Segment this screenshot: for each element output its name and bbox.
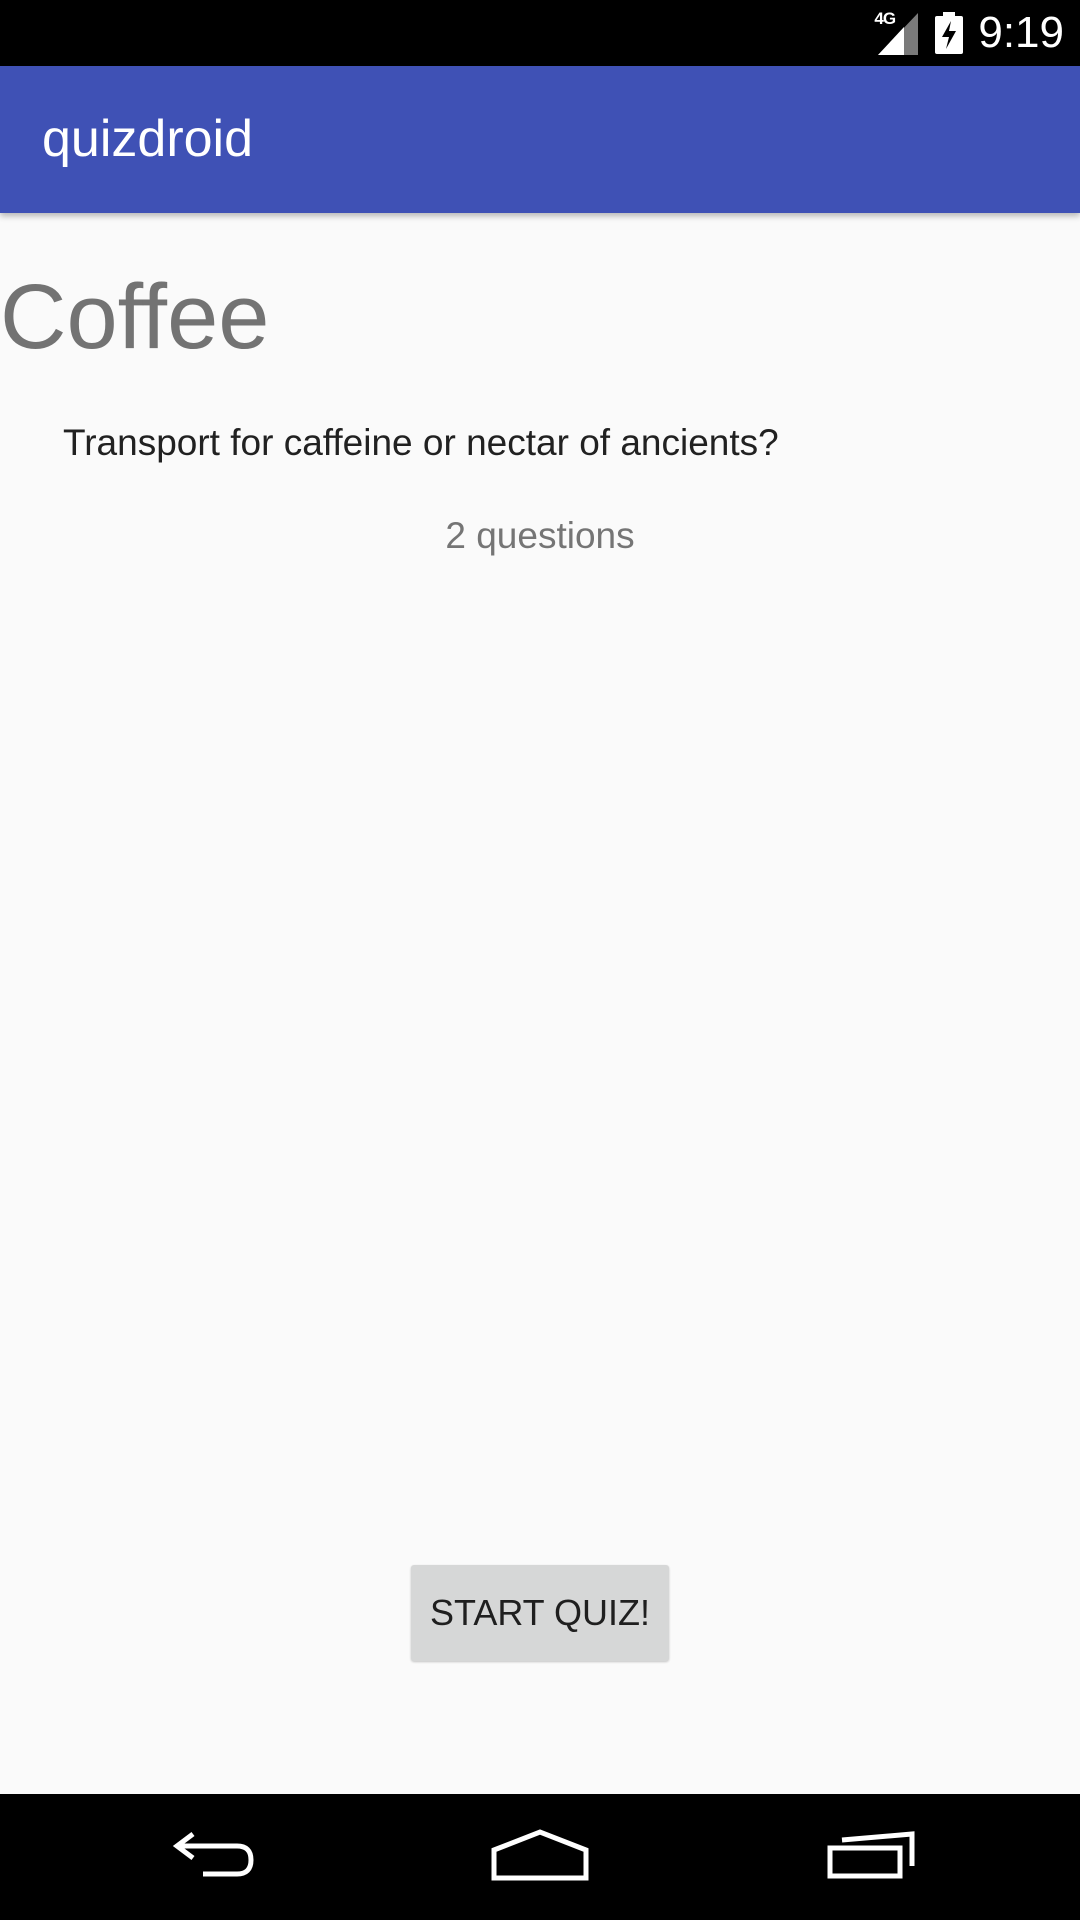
- status-icons: 4G 9:19: [874, 0, 1064, 66]
- topic-description: Transport for caffeine or nectar of anci…: [63, 422, 779, 463]
- screen: 4G 9:19 quizdroid Coffee Transport for c…: [0, 0, 1080, 1920]
- status-bar: 4G 9:19: [0, 0, 1080, 66]
- home-button[interactable]: [450, 1794, 630, 1920]
- battery-charging-icon: [934, 11, 964, 55]
- app-bar: quizdroid: [0, 66, 1080, 213]
- app-title: quizdroid: [42, 110, 254, 168]
- start-quiz-button[interactable]: START QUIZ!: [411, 1565, 669, 1661]
- status-clock: 9:19: [978, 8, 1064, 57]
- question-count: 2 questions: [445, 515, 635, 556]
- recents-button[interactable]: [782, 1794, 962, 1920]
- topic-title: Coffee: [0, 266, 270, 368]
- back-icon: [165, 1830, 255, 1885]
- home-icon: [490, 1828, 590, 1887]
- back-button[interactable]: [120, 1794, 300, 1920]
- signal-icon: 4G: [874, 9, 920, 55]
- recents-icon: [826, 1830, 918, 1885]
- navigation-bar: [0, 1794, 1080, 1920]
- network-type-label: 4G: [874, 9, 896, 28]
